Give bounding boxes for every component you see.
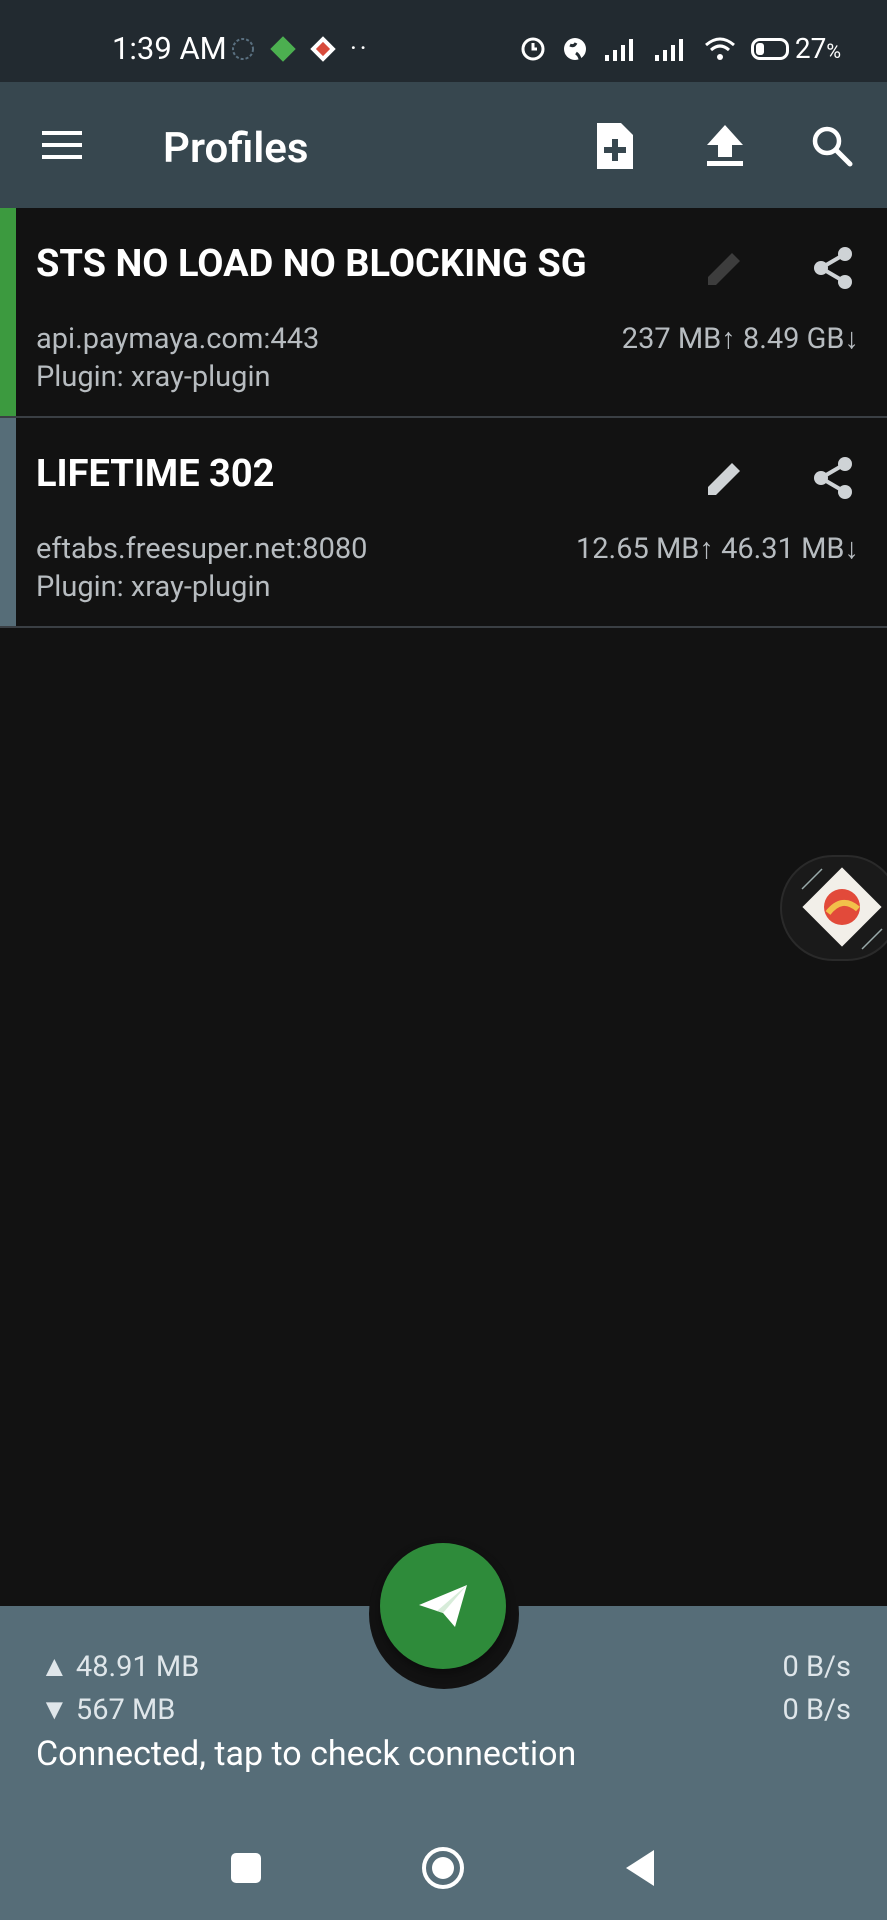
edit-icon[interactable]: [700, 453, 750, 503]
battery-icon: [750, 37, 789, 60]
wifi-icon: [704, 37, 735, 60]
app-notification-icon: [270, 36, 296, 62]
connection-status[interactable]: Connected, tap to check connection: [36, 1734, 576, 1774]
vpn-key-icon: [230, 36, 256, 62]
recents-button[interactable]: [228, 1850, 264, 1886]
floating-app-bubble[interactable]: [780, 855, 887, 961]
connect-button[interactable]: [380, 1543, 506, 1669]
share-icon[interactable]: [808, 453, 858, 503]
profile-indicator: [0, 418, 16, 626]
profile-traffic: 12.65 MB↑ 46.31 MB↓: [575, 532, 859, 566]
notification-icons: ··: [230, 34, 370, 64]
upload-icon[interactable]: [697, 118, 753, 174]
alarm-icon: [521, 37, 545, 60]
selected-indicator: [0, 208, 16, 416]
status-bar: 1:39 AM ·· 27%: [0, 0, 887, 82]
battery-level: 27%: [794, 32, 841, 65]
profile-name: LIFETIME 302: [36, 452, 275, 496]
send-icon: [419, 1585, 467, 1627]
edit-icon[interactable]: [700, 243, 750, 293]
status-time: 1:39 AM: [112, 30, 227, 67]
upload-rate: 0 B/s: [782, 1650, 852, 1684]
page-title: Profiles: [163, 124, 309, 173]
more-notifications-icon: ··: [350, 34, 370, 64]
profile-name: STS NO LOAD NO BLOCKING SG: [36, 242, 587, 286]
profile-traffic: 237 MB↑ 8.49 GB↓: [621, 322, 859, 356]
system-icons: 27%: [519, 32, 841, 65]
profile-host: api.paymaya.com:443: [36, 322, 320, 356]
app-bar: Profiles: [0, 82, 887, 208]
profile-card[interactable]: STS NO LOAD NO BLOCKING SG api.paymaya.c…: [0, 208, 887, 418]
app-bubble-icon: [801, 867, 883, 950]
profile-host: eftabs.freesuper.net:8080: [36, 532, 368, 566]
profile-plugin: Plugin: xray-plugin: [36, 360, 271, 394]
download-total: ▼ 567 MB: [40, 1693, 176, 1727]
home-button[interactable]: [418, 1843, 468, 1893]
share-icon[interactable]: [808, 243, 858, 293]
search-icon[interactable]: [804, 118, 860, 174]
back-button[interactable]: [620, 1846, 660, 1890]
upload-total: ▲ 48.91 MB: [40, 1650, 200, 1684]
profile-plugin: Plugin: xray-plugin: [36, 570, 271, 604]
add-file-icon[interactable]: [587, 118, 643, 174]
menu-icon[interactable]: [40, 127, 86, 163]
globe-icon: [563, 37, 586, 60]
download-rate: 0 B/s: [782, 1693, 852, 1727]
signal-icon: [604, 38, 633, 61]
app-notification-icon-2: [310, 36, 336, 62]
profile-card[interactable]: LIFETIME 302 eftabs.freesuper.net:8080 1…: [0, 418, 887, 628]
signal-icon-2: [654, 38, 683, 61]
